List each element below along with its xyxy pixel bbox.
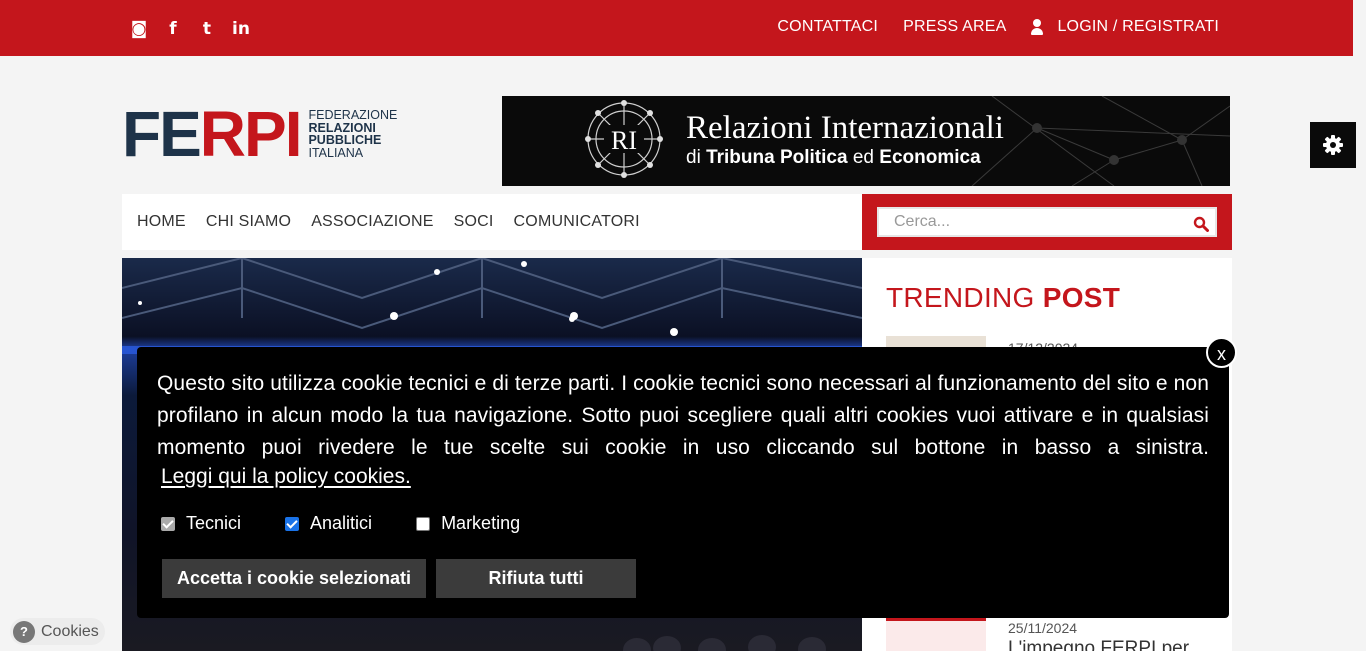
cookies-label: Cookies (41, 622, 99, 640)
trending-title: TRENDING POST (886, 282, 1121, 313)
cookie-option-marketing[interactable]: Marketing (416, 513, 520, 534)
search-panel (862, 194, 1232, 250)
advert-banner[interactable]: RI Relazioni Internazionali di Tribuna P… (502, 96, 1230, 186)
banner-subtitle: di Tribuna Politica ed Economica (686, 147, 981, 168)
svg-text:RI: RI (611, 126, 637, 155)
banner-title: Relazioni Internazionali (686, 110, 1004, 146)
ri-emblem-icon: RI (585, 100, 663, 178)
reject-all-button[interactable]: Rifiuta tutti (436, 559, 636, 598)
search-icon[interactable] (1193, 216, 1209, 232)
close-dialog-button[interactable]: x (1206, 337, 1237, 368)
top-bar: ◙ f t in CONTATTACI PRESS AREA LOGIN / R… (0, 0, 1353, 56)
cookie-options: Tecnici Analitici Marketing (161, 513, 564, 534)
logo-wordmark: FEDERAZIONE RELAZIONI PUBBLICHE ITALIANA (308, 108, 398, 160)
nav-item-chi-siamo[interactable]: CHI SIAMO (206, 213, 291, 231)
main-nav: HOME CHI SIAMO ASSOCIAZIONE SOCI COMUNIC… (122, 194, 862, 250)
ferpi-logo[interactable]: FERPI FEDERAZIONE RELAZIONI PUBBLICHE IT… (122, 98, 398, 170)
accept-selected-button[interactable]: Accetta i cookie selezionati (162, 559, 426, 598)
help-icon: ? (13, 620, 35, 643)
nav-item-soci[interactable]: SOCI (454, 213, 494, 231)
cookie-policy-link[interactable]: Leggi qui la policy cookies. (161, 465, 411, 489)
settings-button[interactable] (1310, 122, 1356, 168)
cookie-option-analitici[interactable]: Analitici (285, 513, 372, 534)
nav-item-home[interactable]: HOME (137, 213, 186, 231)
contact-link[interactable]: CONTATTACI (777, 18, 878, 36)
social-links: ◙ f t in (122, 18, 258, 40)
logo-mark: FERPI (122, 98, 302, 170)
twitter-icon[interactable]: t (190, 18, 224, 40)
cookie-consent-dialog: Questo sito utilizza cookie tecnici e di… (137, 347, 1229, 618)
post-date: 25/11/2024 (1008, 620, 1078, 636)
press-area-link[interactable]: PRESS AREA (903, 18, 1006, 36)
marketing-checkbox[interactable] (416, 516, 431, 531)
post-title-link[interactable]: L'impegno FERPI per (1008, 638, 1189, 651)
search-input[interactable] (877, 207, 1217, 237)
gear-icon (1323, 135, 1343, 155)
cookie-option-tecnici: Tecnici (161, 513, 241, 534)
rss-icon[interactable]: ◙ (122, 18, 156, 40)
analitici-checkbox[interactable] (285, 516, 300, 531)
top-nav: CONTATTACI PRESS AREA LOGIN / REGISTRATI (777, 18, 1219, 36)
facebook-icon[interactable]: f (156, 18, 190, 40)
linkedin-icon[interactable]: in (224, 18, 258, 40)
cookie-settings-button[interactable]: ? Cookies (10, 618, 105, 645)
user-icon (1031, 19, 1044, 35)
login-link[interactable]: LOGIN / REGISTRATI (1057, 18, 1219, 36)
cookie-message: Questo sito utilizza cookie tecnici e di… (157, 372, 1209, 459)
nav-item-associazione[interactable]: ASSOCIAZIONE (311, 213, 433, 231)
nav-item-comunicatori[interactable]: COMUNICATORI (514, 213, 640, 231)
tecnici-checkbox (161, 516, 175, 531)
post-thumbnail[interactable] (886, 618, 986, 651)
